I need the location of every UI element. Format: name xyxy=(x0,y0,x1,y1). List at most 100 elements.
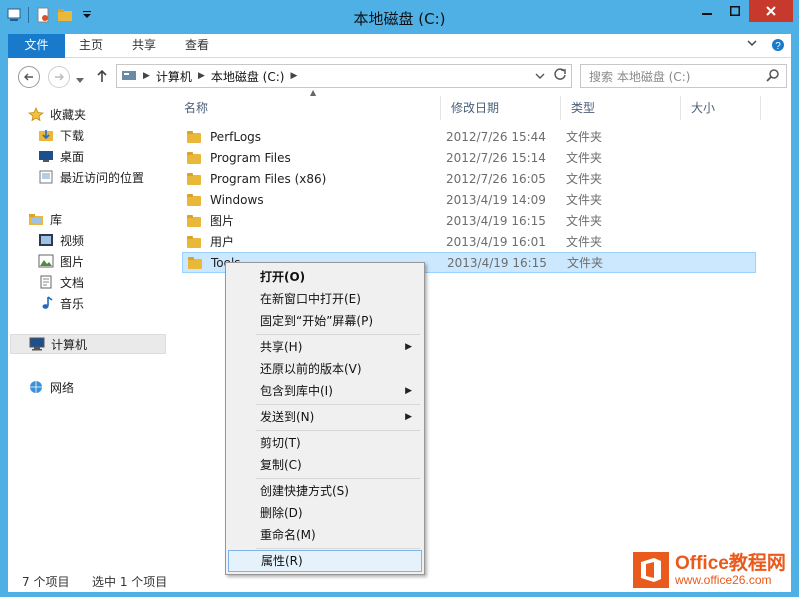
nav-recent[interactable]: 最近访问的位置 xyxy=(38,167,144,187)
menu-open[interactable]: 打开(O) xyxy=(228,266,422,288)
watermark-url: www.office26.com xyxy=(675,572,772,587)
documents-icon xyxy=(38,275,54,289)
maximize-button[interactable] xyxy=(721,0,749,22)
column-header-date[interactable]: 修改日期 xyxy=(441,96,561,120)
nav-music[interactable]: 音乐 xyxy=(38,293,84,313)
nav-favorites[interactable]: 收藏夹 xyxy=(27,104,87,124)
folder-icon xyxy=(187,151,202,164)
nav-documents[interactable]: 文档 xyxy=(38,272,84,292)
file-date: 2012/7/26 16:05 xyxy=(446,171,546,186)
file-date: 2013/4/19 14:09 xyxy=(446,192,546,207)
menu-share[interactable]: 共享(H) ▶ xyxy=(228,336,422,358)
file-name: PerfLogs xyxy=(210,129,262,144)
forward-button[interactable] xyxy=(48,66,70,88)
menu-separator xyxy=(256,334,420,335)
computer-icon xyxy=(29,337,45,351)
menu-restore[interactable]: 还原以前的版本(V) xyxy=(228,358,422,380)
file-row[interactable]: Program Files 2012/7/26 15:14 文件夹 xyxy=(182,147,756,168)
drive-icon xyxy=(121,68,137,85)
nav-pictures-label: 图片 xyxy=(60,254,85,269)
menu-include-library-label: 包含到库中(I) xyxy=(260,384,333,398)
menu-separator xyxy=(256,404,420,405)
recent-locations-icon[interactable] xyxy=(76,73,84,87)
close-button[interactable] xyxy=(749,0,793,22)
file-date: 2013/4/19 16:15 xyxy=(447,255,547,270)
folder-icon xyxy=(188,256,203,269)
submenu-arrow-icon: ▶ xyxy=(405,412,412,422)
tab-view[interactable]: 查看 xyxy=(171,34,223,58)
nav-downloads[interactable]: 下载 xyxy=(38,125,84,145)
nav-libraries[interactable]: 库 xyxy=(28,209,62,229)
submenu-arrow-icon: ▶ xyxy=(405,386,412,396)
file-row[interactable]: Program Files (x86) 2012/7/26 16:05 文件夹 xyxy=(182,168,756,189)
nav-desktop[interactable]: 桌面 xyxy=(38,146,84,166)
menu-send-to-label: 发送到(N) xyxy=(260,410,315,424)
breadcrumb-separator[interactable]: ▶ xyxy=(143,71,150,81)
breadcrumb-separator[interactable]: ▶ xyxy=(198,71,205,81)
minimize-button[interactable] xyxy=(693,0,721,22)
file-date: 2013/4/19 16:01 xyxy=(446,234,546,249)
menu-rename[interactable]: 重命名(M) xyxy=(228,524,422,546)
address-bar[interactable]: ▶ 计算机 ▶ 本地磁盘 (C:) ▶ xyxy=(116,64,572,88)
file-row[interactable]: Windows 2013/4/19 14:09 文件夹 xyxy=(182,189,756,210)
menu-create-shortcut[interactable]: 创建快捷方式(S) xyxy=(228,480,422,502)
column-header-size[interactable]: 大小 xyxy=(681,96,761,120)
menu-send-to[interactable]: 发送到(N) ▶ xyxy=(228,406,422,428)
refresh-icon[interactable] xyxy=(553,67,567,84)
nav-videos[interactable]: 视频 xyxy=(38,230,84,250)
nav-pictures[interactable]: 图片 xyxy=(38,251,84,271)
navigation-bar: ▶ 计算机 ▶ 本地磁盘 (C:) ▶ 搜索 本地磁盘 (C:) xyxy=(8,58,791,94)
file-row[interactable]: 图片 2013/4/19 16:15 文件夹 xyxy=(182,210,756,231)
expand-ribbon-icon[interactable] xyxy=(747,38,757,55)
search-icon[interactable] xyxy=(766,68,780,86)
address-history-icon[interactable] xyxy=(535,69,545,83)
file-name: Program Files xyxy=(210,150,291,165)
file-date: 2012/7/26 15:44 xyxy=(446,129,546,144)
menu-pin-start[interactable]: 固定到“开始”屏幕(P) xyxy=(228,310,422,332)
back-button[interactable] xyxy=(18,66,40,88)
breadcrumb-computer[interactable]: 计算机 xyxy=(156,68,192,85)
menu-properties[interactable]: 属性(R) xyxy=(228,550,422,572)
menu-copy[interactable]: 复制(C) xyxy=(228,454,422,476)
file-row[interactable]: 用户 2013/4/19 16:01 文件夹 xyxy=(182,231,756,252)
office-logo-icon xyxy=(633,552,669,588)
folder-icon xyxy=(187,235,202,248)
menu-separator xyxy=(256,478,420,479)
ribbon-tabs: 文件 主页 共享 查看 ? xyxy=(8,34,791,58)
tab-share[interactable]: 共享 xyxy=(118,34,170,58)
column-header-type[interactable]: 类型 xyxy=(561,96,681,120)
recent-places-icon xyxy=(38,170,54,184)
selection-count: 选中 1 个项目 xyxy=(92,574,168,589)
search-box[interactable]: 搜索 本地磁盘 (C:) xyxy=(580,64,787,88)
nav-computer-label: 计算机 xyxy=(51,337,88,352)
menu-cut[interactable]: 剪切(T) xyxy=(228,432,422,454)
item-count: 7 个项目 xyxy=(22,574,70,589)
ribbon-controls: ? xyxy=(747,38,785,55)
breadcrumb-drive[interactable]: 本地磁盘 (C:) xyxy=(211,68,285,85)
file-row[interactable]: PerfLogs 2012/7/26 15:44 文件夹 xyxy=(182,126,756,147)
search-placeholder: 搜索 本地磁盘 (C:) xyxy=(589,69,691,84)
nav-favorites-label: 收藏夹 xyxy=(50,107,87,122)
menu-open-new-window[interactable]: 在新窗口中打开(E) xyxy=(228,288,422,310)
folder-icon xyxy=(187,172,202,185)
watermark-title: Office教程网 xyxy=(675,552,786,574)
file-date: 2012/7/26 15:14 xyxy=(446,150,546,165)
folder-icon xyxy=(187,130,202,143)
tab-file[interactable]: 文件 xyxy=(8,34,65,58)
file-name: 用户 xyxy=(210,235,235,249)
window-title: 本地磁盘 (C:) xyxy=(353,10,446,28)
svg-text:?: ? xyxy=(775,41,781,52)
breadcrumb-separator[interactable]: ▶ xyxy=(290,71,297,81)
music-icon xyxy=(38,296,54,310)
menu-include-library[interactable]: 包含到库中(I) ▶ xyxy=(228,380,422,402)
file-name: Program Files (x86) xyxy=(210,171,327,186)
column-header-name[interactable]: 名称 xyxy=(174,96,441,120)
nav-computer[interactable]: 计算机 xyxy=(10,334,166,354)
folder-icon xyxy=(187,214,202,227)
up-arrow-icon[interactable] xyxy=(96,69,108,86)
nav-network[interactable]: 网络 xyxy=(28,377,74,397)
help-icon[interactable]: ? xyxy=(771,38,785,55)
menu-delete[interactable]: 删除(D) xyxy=(228,502,422,524)
context-menu: 打开(O) 在新窗口中打开(E) 固定到“开始”屏幕(P) 共享(H) ▶ 还原… xyxy=(225,262,425,575)
tab-home[interactable]: 主页 xyxy=(65,34,117,58)
